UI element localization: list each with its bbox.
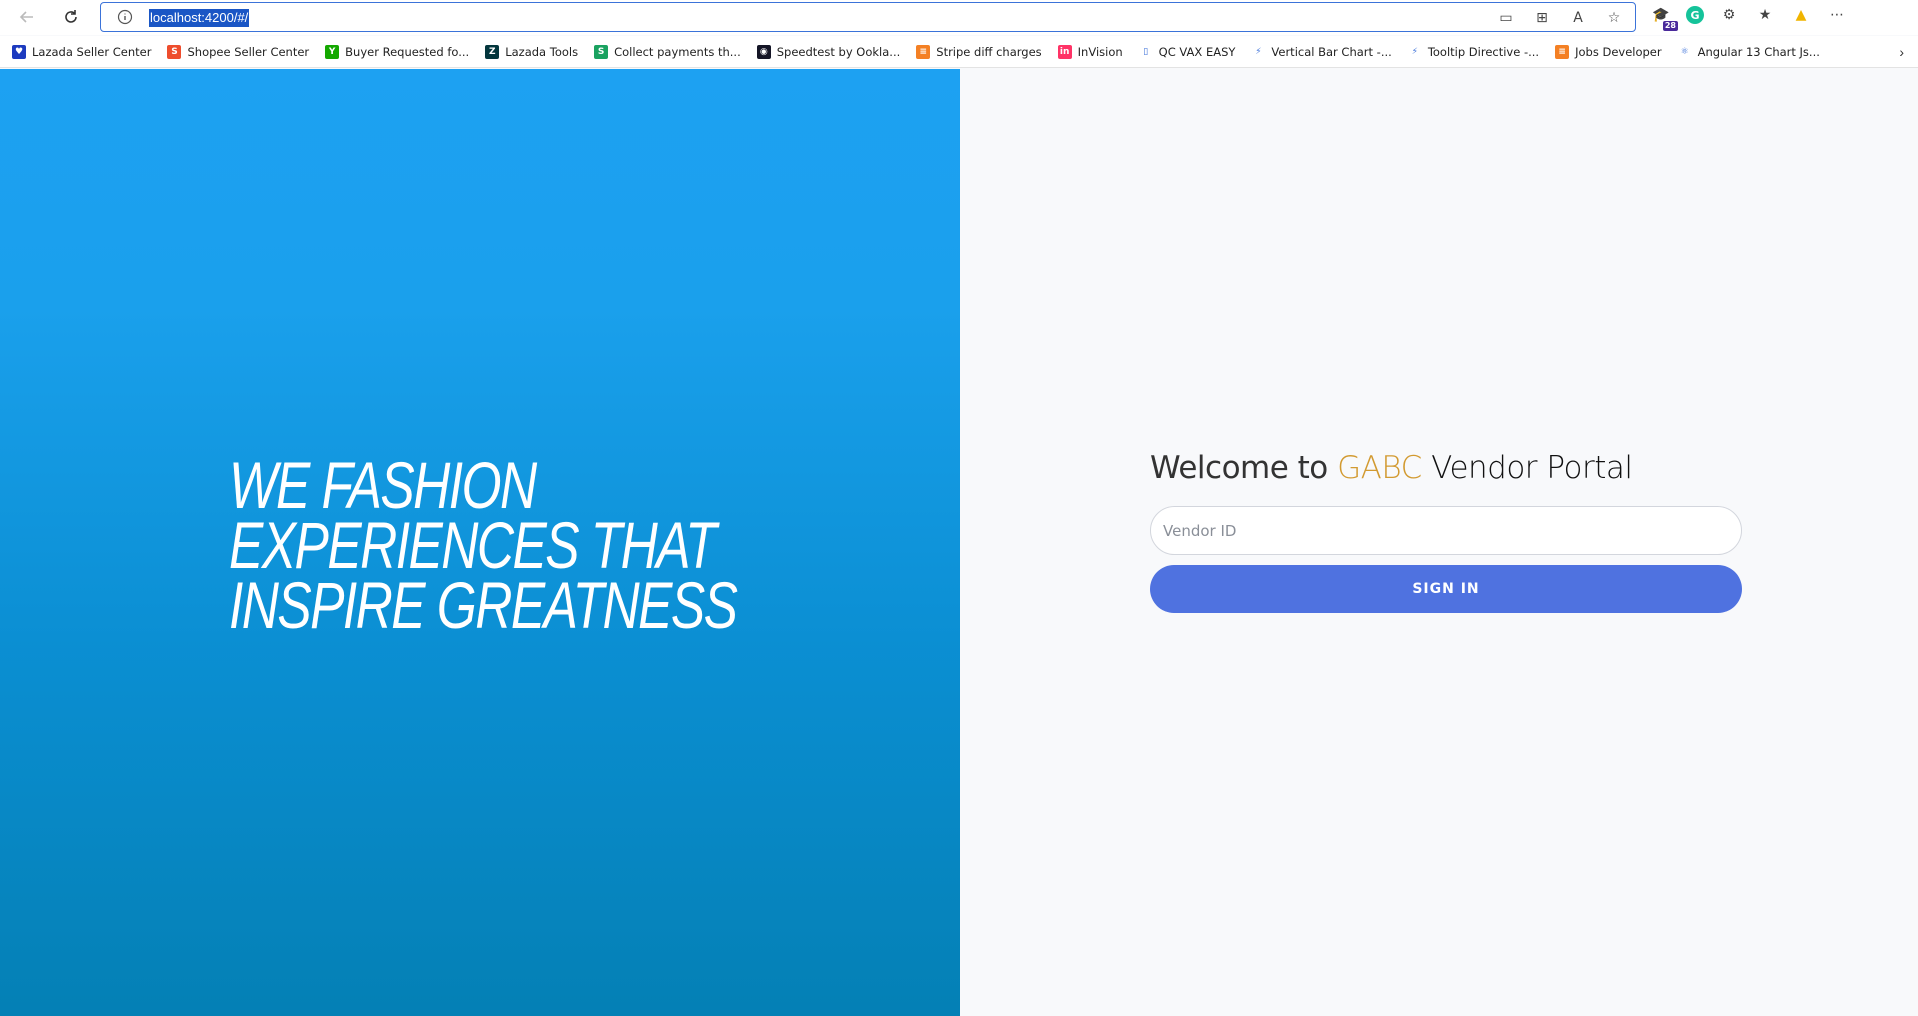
bookmark-item[interactable]: ◉ Speedtest by Ookla... xyxy=(756,44,901,59)
favorites-icon[interactable]: ★ xyxy=(1754,5,1776,25)
bookmark-item[interactable]: ⚡ Tooltip Directive -... xyxy=(1407,44,1540,59)
bookmark-label: Lazada Tools xyxy=(505,44,579,59)
bookmark-label: Tooltip Directive -... xyxy=(1427,44,1540,59)
bookmark-favicon-icon: S xyxy=(167,44,182,59)
bookmark-item[interactable]: Y Buyer Requested fo... xyxy=(325,44,470,59)
bookmark-favicon-icon: ◉ xyxy=(756,44,771,59)
bookmark-label: Buyer Requested fo... xyxy=(345,44,470,59)
graduation-cap-extension-icon[interactable]: 🎓 28 xyxy=(1650,5,1678,31)
bookmark-favicon-icon: ⚡ xyxy=(1407,44,1422,59)
hero-tagline: WE FASHION EXPERIENCES THAT INSPIRE GREA… xyxy=(229,448,738,642)
bookmark-item[interactable]: ♥ Lazada Seller Center xyxy=(12,44,152,59)
read-aloud-icon[interactable]: A xyxy=(1567,8,1589,28)
back-button[interactable] xyxy=(14,4,40,30)
bookmark-item[interactable]: ≡ Stripe diff charges xyxy=(916,44,1042,59)
address-url[interactable]: localhost:4200/#/ xyxy=(149,9,250,27)
welcome-prefix: Welcome to xyxy=(1150,450,1328,486)
brand-name: GABC xyxy=(1337,450,1422,486)
address-bar[interactable]: localhost:4200/#/ ▭ ⊞ A ☆ xyxy=(100,2,1636,32)
sign-in-button[interactable]: SIGN IN xyxy=(1150,565,1742,613)
reload-icon xyxy=(65,10,77,23)
bookmarks-bar: ♥ Lazada Seller Center S Shopee Seller Cent… xyxy=(0,36,1918,68)
bookmark-label: Angular 13 Chart Js... xyxy=(1697,44,1820,59)
bookmark-favicon-icon: ▯ xyxy=(1138,44,1153,59)
browser-toolbar: localhost:4200/#/ ▭ ⊞ A ☆ 🎓 28 G ⚙ ★ ▲ ⋯ xyxy=(0,0,1918,35)
login-form: Welcome to GABC Vendor Portal SIGN IN xyxy=(1150,450,1742,613)
extensions-puzzle-icon[interactable]: ⚙ xyxy=(1718,5,1740,25)
bookmark-favicon-icon: Y xyxy=(325,44,340,59)
extension-badge: 28 xyxy=(1662,21,1678,31)
bookmark-label: Vertical Bar Chart -... xyxy=(1271,44,1392,59)
bookmark-label: Collect payments th... xyxy=(614,44,741,59)
bookmark-favicon-icon: ⚛ xyxy=(1677,44,1692,59)
vendor-id-input[interactable] xyxy=(1150,506,1742,555)
profile-icon[interactable]: ▲ xyxy=(1790,5,1812,25)
bookmark-item[interactable]: ≡ Jobs Developer xyxy=(1555,44,1662,59)
bookmark-label: Speedtest by Ookla... xyxy=(776,44,901,59)
bookmark-favicon-icon: ⚡ xyxy=(1251,44,1266,59)
bookmark-label: InVision xyxy=(1077,44,1123,59)
bookmark-item[interactable]: Z Lazada Tools xyxy=(485,44,579,59)
bookmark-item[interactable]: S Collect payments th... xyxy=(594,44,741,59)
welcome-heading: Welcome to GABC Vendor Portal xyxy=(1150,450,1742,486)
grammarly-extension-icon[interactable]: G xyxy=(1686,6,1704,24)
hero-line: EXPERIENCES THAT xyxy=(229,508,717,582)
bookmark-favicon-icon: in xyxy=(1057,44,1072,59)
more-menu-icon[interactable]: ⋯ xyxy=(1826,5,1848,25)
bookmark-item[interactable]: S Shopee Seller Center xyxy=(167,44,310,59)
bookmark-favicon-icon: S xyxy=(594,44,609,59)
hero-line: WE FASHION xyxy=(229,448,537,522)
bookmark-favicon-icon: ≡ xyxy=(1555,44,1570,59)
device-cast-icon[interactable]: ▭ xyxy=(1495,8,1517,28)
bookmark-label: Shopee Seller Center xyxy=(187,44,310,59)
bookmark-item[interactable]: ⚡ Vertical Bar Chart -... xyxy=(1251,44,1392,59)
bookmark-label: Lazada Seller Center xyxy=(32,44,152,59)
back-arrow-icon xyxy=(19,11,33,23)
site-info-icon[interactable] xyxy=(117,9,133,25)
bookmarks-overflow-chevron-icon[interactable]: › xyxy=(1899,44,1904,60)
bookmark-label: QC VAX EASY xyxy=(1158,44,1236,59)
hero-line: INSPIRE GREATNESS xyxy=(229,568,738,642)
add-favorite-icon[interactable]: ☆ xyxy=(1603,8,1625,28)
welcome-suffix: Vendor Portal xyxy=(1431,450,1633,486)
bookmark-item[interactable]: ▯ QC VAX EASY xyxy=(1138,44,1236,59)
bookmark-favicon-icon: ≡ xyxy=(916,44,931,59)
bookmark-favicon-icon: Z xyxy=(485,44,500,59)
reload-button[interactable] xyxy=(58,4,84,30)
hero-panel: WE FASHION EXPERIENCES THAT INSPIRE GREA… xyxy=(0,69,960,1016)
bookmark-favicon-icon: ♥ xyxy=(12,44,26,59)
bookmark-label: Jobs Developer xyxy=(1575,44,1662,59)
app-available-icon[interactable]: ⊞ xyxy=(1531,8,1553,28)
bookmark-label: Stripe diff charges xyxy=(936,44,1042,59)
bookmark-item[interactable]: in InVision xyxy=(1057,44,1123,59)
bookmark-item[interactable]: ⚛ Angular 13 Chart Js... xyxy=(1677,44,1820,59)
